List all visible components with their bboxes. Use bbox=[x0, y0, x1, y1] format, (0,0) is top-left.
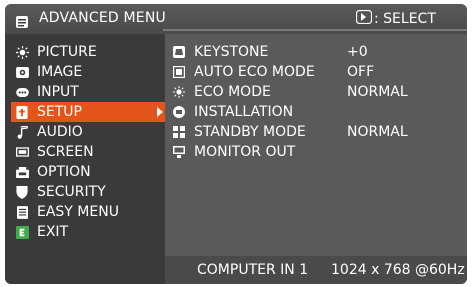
menu-item-label: PICTURE bbox=[37, 44, 97, 60]
sun-icon bbox=[15, 45, 29, 59]
menu-item-label: EASY MENU bbox=[37, 204, 119, 220]
submenu-item-label: ECO MODE bbox=[194, 84, 271, 100]
input-icon bbox=[15, 85, 29, 99]
menu-item-picture[interactable]: PICTURE bbox=[11, 42, 167, 62]
menu-item-label: SETUP bbox=[37, 104, 82, 120]
setup-submenu: KEYSTONE +0 AUTO ECO MODE OFF ECO MODE N… bbox=[165, 34, 467, 256]
submenu-item-label: INSTALLATION bbox=[194, 104, 294, 120]
submenu-item-value: NORMAL bbox=[347, 124, 408, 140]
keystone-icon bbox=[173, 46, 185, 58]
submenu-item-label: MONITOR OUT bbox=[194, 144, 296, 160]
status-bar: COMPUTER IN 1 1024 x 768 @60Hz bbox=[165, 256, 467, 284]
submenu-item-label: STANDBY MODE bbox=[194, 124, 306, 140]
menu-item-exit[interactable]: EXIT bbox=[11, 222, 167, 242]
music-note-icon bbox=[15, 125, 29, 139]
image-icon bbox=[15, 65, 29, 79]
menu-item-audio[interactable]: AUDIO bbox=[11, 122, 167, 142]
submenu-item-auto-eco-mode[interactable]: AUTO ECO MODE OFF bbox=[173, 62, 463, 82]
main-menu: PICTURE IMAGE INPUT SETUP AUDIO SCREEN O… bbox=[5, 34, 167, 284]
menu-item-input[interactable]: INPUT bbox=[11, 82, 167, 102]
submenu-item-value: +0 bbox=[347, 44, 368, 60]
select-hint: : SELECT bbox=[355, 9, 436, 28]
menu-item-option[interactable]: OPTION bbox=[11, 162, 167, 182]
title-bar: ADVANCED MENU : SELECT bbox=[5, 4, 467, 34]
menu-title: ADVANCED MENU bbox=[39, 10, 166, 26]
exit-icon bbox=[15, 225, 29, 239]
submenu-item-eco-mode[interactable]: ECO MODE NORMAL bbox=[173, 82, 463, 102]
monitor-out-icon bbox=[173, 146, 185, 158]
menu-icon bbox=[16, 13, 28, 32]
submenu-item-label: AUTO ECO MODE bbox=[194, 64, 315, 80]
option-icon bbox=[15, 165, 29, 179]
submenu-item-value: OFF bbox=[347, 64, 375, 80]
menu-item-label: EXIT bbox=[37, 224, 69, 240]
menu-item-setup[interactable]: SETUP bbox=[11, 102, 167, 122]
eco-lamp-icon bbox=[173, 86, 185, 98]
menu-item-security[interactable]: SECURITY bbox=[11, 182, 167, 202]
menu-item-label: SECURITY bbox=[37, 184, 106, 200]
installation-icon bbox=[173, 106, 185, 118]
input-source: COMPUTER IN 1 bbox=[197, 262, 309, 278]
chevron-right-icon bbox=[157, 107, 163, 117]
screen-icon bbox=[15, 145, 29, 159]
menu-item-label: INPUT bbox=[37, 84, 79, 100]
signal-resolution: 1024 x 768 @60Hz bbox=[331, 262, 465, 278]
easy-menu-icon bbox=[15, 205, 29, 219]
submenu-item-value: NORMAL bbox=[347, 84, 408, 100]
osd-menu-window: ADVANCED MENU : SELECT PICTURE IMAGE INP… bbox=[5, 4, 467, 284]
select-button-icon bbox=[355, 9, 373, 28]
menu-item-label: SCREEN bbox=[37, 144, 94, 160]
setup-icon bbox=[15, 105, 29, 119]
menu-item-screen[interactable]: SCREEN bbox=[11, 142, 167, 162]
menu-item-easy-menu[interactable]: EASY MENU bbox=[11, 202, 167, 222]
submenu-item-keystone[interactable]: KEYSTONE +0 bbox=[173, 42, 463, 62]
menu-item-label: AUDIO bbox=[37, 124, 83, 140]
title-divider bbox=[163, 29, 467, 31]
standby-icon bbox=[173, 126, 185, 138]
shield-icon bbox=[15, 185, 29, 199]
menu-item-label: IMAGE bbox=[37, 64, 83, 80]
menu-item-label: OPTION bbox=[37, 164, 91, 180]
menu-item-image[interactable]: IMAGE bbox=[11, 62, 167, 82]
auto-eco-icon bbox=[173, 66, 185, 78]
select-hint-label: : SELECT bbox=[374, 11, 436, 27]
submenu-item-standby-mode[interactable]: STANDBY MODE NORMAL bbox=[173, 122, 463, 142]
submenu-item-monitor-out[interactable]: MONITOR OUT bbox=[173, 142, 463, 162]
submenu-item-label: KEYSTONE bbox=[194, 44, 269, 60]
submenu-item-installation[interactable]: INSTALLATION bbox=[173, 102, 463, 122]
